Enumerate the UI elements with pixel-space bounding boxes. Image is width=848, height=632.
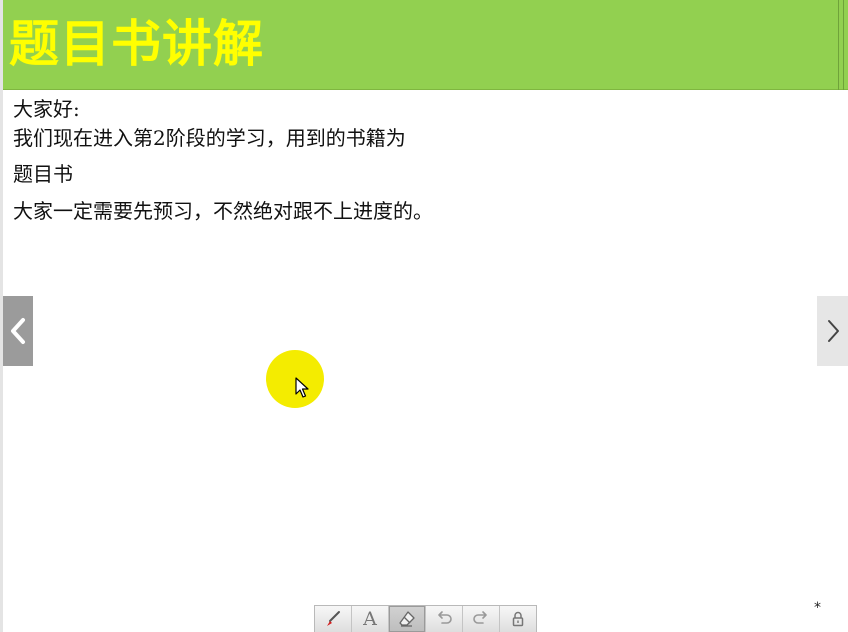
prev-slide-button[interactable] xyxy=(3,296,33,366)
mouse-pointer-icon xyxy=(295,377,309,398)
slide-title: 题目书讲解 xyxy=(9,15,264,73)
eraser-icon xyxy=(399,611,415,627)
chevron-left-icon xyxy=(11,318,25,344)
content-line: 我们现在进入第2阶段的学习，用到的书籍为 xyxy=(13,126,406,150)
redo-button[interactable] xyxy=(463,606,500,632)
chevron-right-icon xyxy=(827,320,839,342)
undo-icon xyxy=(438,611,452,624)
title-bar: 题目书讲解 xyxy=(3,0,848,90)
next-slide-button[interactable] xyxy=(817,296,848,366)
content-line: 大家一定需要先预习，不然绝对跟不上进度的。 xyxy=(13,199,433,223)
pen-icon xyxy=(327,611,340,626)
redo-icon xyxy=(473,611,487,624)
text-icon: A xyxy=(363,607,377,630)
content-line: 大家好: xyxy=(13,97,80,121)
lock-button[interactable] xyxy=(500,606,536,632)
eraser-tool-button[interactable] xyxy=(389,606,426,632)
title-bar-edge xyxy=(838,0,844,90)
annotation-toolbar: A xyxy=(314,605,537,632)
text-tool-button[interactable]: A xyxy=(352,606,389,632)
slide-viewer: 题目书讲解 大家好: 我们现在进入第2阶段的学习，用到的书籍为 题目书 大家一定… xyxy=(0,0,848,632)
lock-icon xyxy=(512,611,524,627)
content-line: 题目书 xyxy=(13,162,73,186)
undo-button[interactable] xyxy=(426,606,463,632)
footer-marker: * xyxy=(814,600,821,616)
pen-tool-button[interactable] xyxy=(315,606,352,632)
